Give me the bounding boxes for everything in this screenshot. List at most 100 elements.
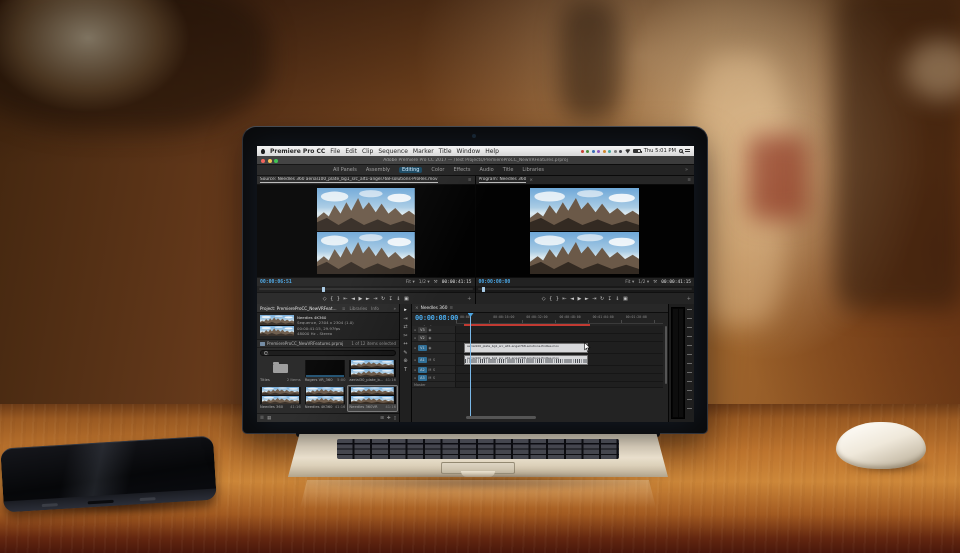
menu-extra-icon-orange[interactable] xyxy=(603,150,606,153)
track-lock-icon[interactable]: ▫ xyxy=(414,358,416,362)
program-monitor-tab[interactable]: Program: Needles 360 xyxy=(479,177,527,184)
timeline-clip[interactable]: aerial100_plate_bg1_src_alt1-angel768-so… xyxy=(464,355,588,365)
hand-tool[interactable]: ⊕ xyxy=(403,358,407,364)
track-mute-button[interactable]: M xyxy=(428,376,431,380)
zoom-window-button[interactable] xyxy=(274,159,278,163)
track-select-forward-tool[interactable]: ⇥ xyxy=(403,316,407,322)
track-solo-button[interactable]: S xyxy=(433,368,435,372)
go-to-in-button[interactable]: ⇤ xyxy=(343,296,347,302)
program-scrubber-track[interactable] xyxy=(478,288,693,290)
menu-extra-icon-blue[interactable] xyxy=(592,150,595,153)
panel-menu-icon[interactable]: ≡ xyxy=(468,178,472,183)
mark-out-button[interactable]: } xyxy=(556,296,559,302)
new-item-icon[interactable]: ✚ xyxy=(387,416,391,421)
close-tab-icon[interactable]: × xyxy=(529,178,533,183)
go-to-out-button[interactable]: ⇥ xyxy=(592,296,596,302)
export-frame-button[interactable]: ▣ xyxy=(404,296,409,302)
panel-menu-icon[interactable]: ≡ xyxy=(687,178,691,183)
track-target-button[interactable]: A1 xyxy=(418,357,427,363)
apple-menu-icon[interactable] xyxy=(261,149,265,154)
track-mute-button[interactable]: M xyxy=(428,368,431,372)
track-visibility-icon[interactable]: ◉ xyxy=(428,346,431,350)
razor-tool[interactable]: ✂ xyxy=(403,333,407,339)
track-target-button[interactable]: V2 xyxy=(418,335,427,341)
workspace-overflow-icon[interactable]: » xyxy=(685,167,688,173)
minimize-window-button[interactable] xyxy=(268,159,272,163)
go-to-out-button[interactable]: ⇥ xyxy=(373,296,377,302)
track-lane[interactable]: aerial100_plate_bg1_src_alt1-angel768-so… xyxy=(456,354,663,366)
loop-button[interactable]: ↻ xyxy=(600,296,604,302)
track-lane[interactable] xyxy=(456,374,663,382)
menu-extra-icon-red[interactable] xyxy=(581,150,584,153)
program-scrubber-playhead[interactable] xyxy=(482,287,485,292)
app-menu[interactable]: Premiere Pro CC xyxy=(270,148,325,155)
Help[interactable]: Help xyxy=(485,148,499,155)
button-editor-icon[interactable]: + xyxy=(467,296,471,302)
panel-menu-icon[interactable]: ≡ xyxy=(449,306,453,311)
ripple-edit-tool[interactable]: ⇄ xyxy=(403,324,407,330)
program-monitor-viewport[interactable] xyxy=(476,185,695,277)
loop-button[interactable]: ↻ xyxy=(381,296,385,302)
track-visibility-icon[interactable]: ◉ xyxy=(428,328,431,332)
play-button[interactable]: ▶ xyxy=(359,296,363,302)
close-tab-icon[interactable]: × xyxy=(415,306,419,311)
source-scrubber-track[interactable] xyxy=(259,288,473,290)
source-monitor-viewport[interactable] xyxy=(257,185,475,277)
timeline-clip[interactable]: aerial100_plate_bg1_src_alt1-angel768-so… xyxy=(464,343,588,353)
icon-view-icon[interactable]: ▦ xyxy=(267,416,271,421)
track-target-button[interactable]: Master xyxy=(414,382,426,388)
panel-overflow-icon[interactable]: » xyxy=(393,306,396,311)
project-item[interactable]: aerial30_plate_b... 41:16 xyxy=(348,359,397,384)
export-frame-button[interactable]: ▣ xyxy=(623,296,628,302)
Effects[interactable]: Effects xyxy=(453,167,470,173)
timeline-ruler[interactable]: 00:0000:00:16:0000:00:32:0000:00:48:0000… xyxy=(456,313,663,324)
timeline-playhead-line[interactable] xyxy=(470,313,471,418)
track-lock-icon[interactable]: ▫ xyxy=(414,346,416,350)
track-lock-icon[interactable]: ▫ xyxy=(414,376,416,380)
go-to-in-button[interactable]: ⇤ xyxy=(562,296,566,302)
playback-resolution-select[interactable]: 1/2 ▾ xyxy=(419,280,430,285)
All Panels[interactable]: All Panels xyxy=(333,167,357,173)
track-lock-icon[interactable]: ▫ xyxy=(414,328,416,332)
project-item[interactable]: Needles 360 41:16 xyxy=(259,386,302,411)
track-lock-icon[interactable]: ▫ xyxy=(414,368,416,372)
menu-extra-icon-green[interactable] xyxy=(586,150,589,153)
Libraries[interactable]: Libraries xyxy=(522,167,544,173)
source-scrubber-playhead[interactable] xyxy=(322,287,325,292)
close-window-button[interactable] xyxy=(261,159,265,163)
Clip[interactable]: Clip xyxy=(362,148,373,155)
Editing[interactable]: Editing xyxy=(399,167,422,173)
settings-wrench-icon[interactable]: ⚒ xyxy=(653,280,657,285)
project-file-row[interactable]: PremiereProCC_NewVRFeatures.prproj 1 of … xyxy=(257,340,399,348)
track-visibility-icon[interactable]: ◉ xyxy=(428,336,431,340)
insert-button[interactable]: ↧ xyxy=(608,296,612,302)
notification-center-icon[interactable] xyxy=(685,149,690,153)
track-target-button[interactable]: V1 xyxy=(418,345,427,351)
new-bin-icon[interactable]: ⊞ xyxy=(380,416,384,421)
Title[interactable]: Title xyxy=(439,148,452,155)
menu-extra-icon-teal[interactable] xyxy=(608,150,611,153)
timeline-vertical-scrollbar[interactable] xyxy=(665,326,668,384)
project-item[interactable]: Rogers VR_360 5:00 xyxy=(304,359,347,384)
Window[interactable]: Window xyxy=(457,148,481,155)
settings-wrench-icon[interactable]: ⚒ xyxy=(434,280,438,285)
search-input[interactable] xyxy=(260,350,396,356)
overwrite-button[interactable]: ⇓ xyxy=(396,296,400,302)
slip-tool[interactable]: ↔ xyxy=(403,341,407,347)
wifi-icon[interactable] xyxy=(625,149,631,154)
menubar-clock[interactable]: Thu 5:01 PM xyxy=(644,148,676,154)
project-item[interactable]: Needles 360VR 41:16 xyxy=(348,386,397,411)
add-marker-button[interactable]: ◇ xyxy=(542,296,546,302)
list-view-icon[interactable]: ☰ xyxy=(260,416,264,421)
overwrite-button[interactable]: ⇓ xyxy=(615,296,619,302)
timeline-tab[interactable]: Needles 360 xyxy=(421,306,448,311)
libraries-tab[interactable]: Libraries xyxy=(349,306,367,311)
panel-menu-icon[interactable]: ≡ xyxy=(342,306,345,311)
project-item[interactable]: Needles 4K360 41:16 xyxy=(304,386,347,411)
preview-thumbnail[interactable] xyxy=(260,315,294,336)
track-lane[interactable]: aerial100_plate_bg1_src_alt1-angel768-so… xyxy=(456,342,663,354)
Marker[interactable]: Marker xyxy=(413,148,434,155)
track-lane[interactable] xyxy=(456,334,663,342)
play-button[interactable]: ▶ xyxy=(578,296,582,302)
Color[interactable]: Color xyxy=(431,167,444,173)
